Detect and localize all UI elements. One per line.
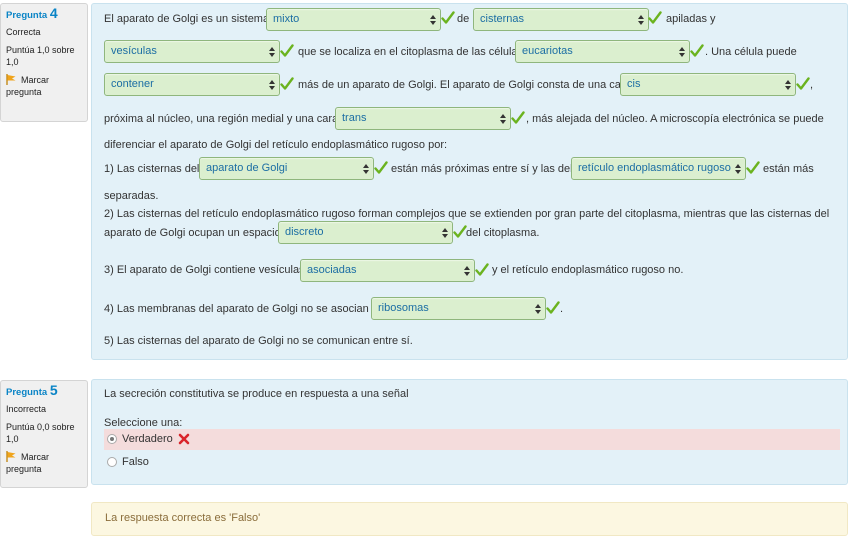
question-4-number: Pregunta 4: [6, 5, 58, 21]
q4-text-10: diferenciar el aparato de Golgi del retí…: [104, 139, 448, 151]
q4-text-11: 1) Las cisternas del: [104, 163, 200, 175]
question-4-info: Pregunta 4 Correcta Puntúa 1,0 sobre 1,0…: [0, 3, 88, 122]
q4-text-4: que se localiza en el citoplasma de las …: [298, 46, 524, 58]
select-arrows-icon: [679, 47, 685, 57]
question-5-grade: Puntúa 0,0 sobre 1,0: [6, 422, 75, 444]
q4-select-7[interactable]: trans: [335, 107, 511, 130]
q4-text-19: y el retículo endoplasmático rugoso no.: [492, 264, 684, 276]
select-arrows-icon: [464, 266, 470, 276]
q4-text-20: 4) Las membranas del aparato de Golgi no…: [104, 303, 378, 315]
q4-select-11[interactable]: asociadas: [300, 259, 475, 282]
q5-option-falso[interactable]: Falso: [104, 452, 840, 473]
q4-select-10[interactable]: discreto: [278, 221, 453, 244]
q4-text-9: , más alejada del núcleo. A microscopía …: [526, 113, 824, 125]
question-5-flag-button[interactable]: Marcar pregunta: [6, 451, 82, 475]
select-arrows-icon: [269, 47, 275, 57]
select-arrows-icon: [500, 114, 506, 124]
q4-select-9[interactable]: retículo endoplasmático rugoso: [571, 157, 746, 180]
q4-select-3[interactable]: vesículas: [104, 40, 280, 63]
check-icon: [453, 225, 467, 239]
check-icon: [511, 111, 525, 125]
check-icon: [374, 161, 388, 175]
q4-text-22: 5) Las cisternas del aparato de Golgi no…: [104, 335, 413, 347]
q4-text-7: ,: [810, 79, 814, 91]
q4-select-8[interactable]: aparato de Golgi: [199, 157, 374, 180]
select-arrows-icon: [535, 304, 541, 314]
radio-button[interactable]: [107, 457, 117, 467]
check-icon: [648, 11, 662, 25]
q4-text-2: de: [457, 13, 470, 25]
q4-select-5[interactable]: contener: [104, 73, 280, 96]
q4-text-6: más de un aparato de Golgi. El aparato d…: [298, 79, 631, 91]
q4-text-15: 2) Las cisternas del retículo endoplasmá…: [104, 208, 830, 220]
q5-question-text: La secreción constitutiva se produce en …: [104, 388, 409, 400]
q4-text-18: 3) El aparato de Golgi contiene vesícula…: [104, 264, 305, 276]
check-icon: [796, 77, 810, 91]
q4-text-21: .: [560, 303, 564, 315]
select-arrows-icon: [269, 80, 275, 90]
select-arrows-icon: [638, 15, 644, 25]
check-icon: [690, 44, 704, 58]
flag-icon: [6, 74, 17, 85]
q5-option-verdadero[interactable]: Verdadero: [104, 429, 840, 450]
flag-icon: [6, 451, 17, 462]
select-arrows-icon: [735, 164, 741, 174]
question-5-info: Pregunta 5 Incorrecta Puntúa 0,0 sobre 1…: [0, 380, 88, 488]
q4-text-3: apiladas y: [666, 13, 716, 25]
check-icon: [280, 77, 294, 91]
check-icon: [441, 11, 455, 25]
option-label: Verdadero: [122, 433, 173, 445]
q4-select-1[interactable]: mixto: [266, 8, 441, 31]
q4-select-2[interactable]: cisternas: [473, 8, 649, 31]
select-arrows-icon: [442, 228, 448, 238]
check-icon: [546, 301, 560, 315]
q4-text-5: . Una célula puede: [705, 46, 797, 58]
q4-text-8: próxima al núcleo, una región medial y u…: [104, 113, 339, 125]
select-arrows-icon: [430, 15, 436, 25]
question-4-state: Correcta: [6, 27, 41, 37]
question-5-state: Incorrecta: [6, 404, 47, 414]
select-arrows-icon: [363, 164, 369, 174]
check-icon: [280, 44, 294, 58]
q4-select-12[interactable]: ribosomas: [371, 297, 546, 320]
question-4-flag-button[interactable]: Marcar pregunta: [6, 74, 82, 98]
radio-button[interactable]: [107, 434, 117, 444]
cross-icon: [178, 433, 190, 445]
q4-text-13: están más: [763, 163, 814, 175]
q5-feedback: La respuesta correcta es 'Falso': [91, 502, 848, 536]
option-label: Falso: [122, 456, 149, 468]
check-icon: [746, 161, 760, 175]
q4-select-6[interactable]: cis: [620, 73, 796, 96]
question-5-number: Pregunta 5: [6, 382, 58, 398]
q4-select-4[interactable]: eucariotas: [515, 40, 690, 63]
q4-text-17: del citoplasma.: [466, 227, 540, 239]
q4-text-14: separadas.: [104, 190, 159, 202]
question-4-grade: Puntúa 1,0 sobre 1,0: [6, 45, 75, 67]
q4-text-16: aparato de Golgi ocupan un espacio: [104, 227, 281, 239]
select-arrows-icon: [785, 80, 791, 90]
q4-text-1: El aparato de Golgi es un sistema: [104, 13, 270, 25]
q4-text-12: están más próximas entre sí y las del: [391, 163, 573, 175]
q5-prompt: Seleccione una:: [104, 417, 183, 429]
check-icon: [475, 263, 489, 277]
